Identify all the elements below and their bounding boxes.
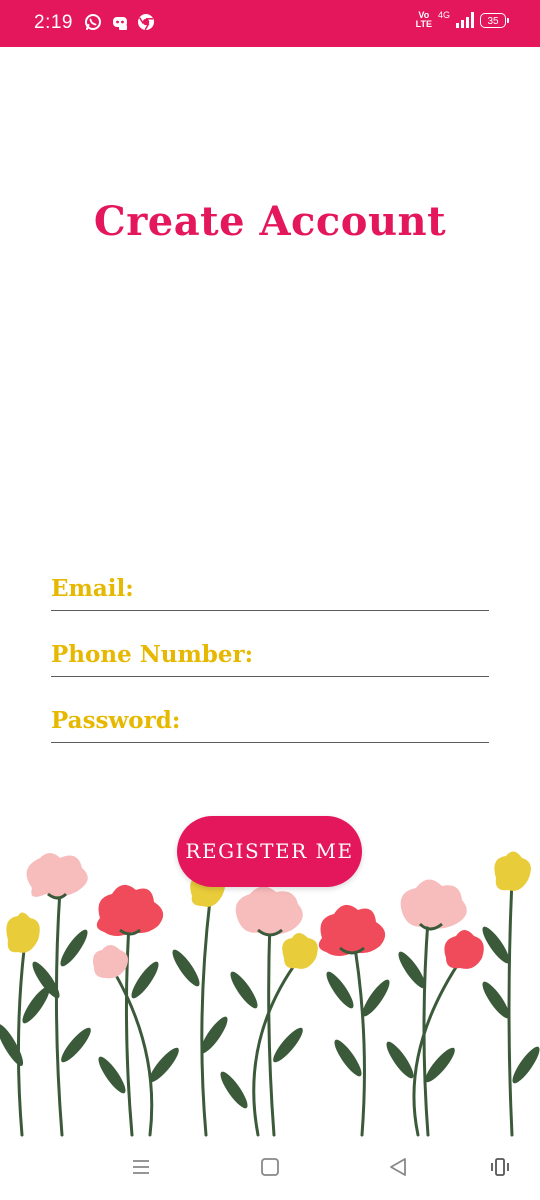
flower-red-2 xyxy=(318,904,386,956)
leaf xyxy=(220,1071,248,1109)
battery-level: 35 xyxy=(487,15,499,27)
stem xyxy=(507,878,514,1137)
status-time: 2:19 xyxy=(34,12,73,33)
whatsapp-icon xyxy=(84,13,102,36)
flower-red-3 xyxy=(444,930,484,969)
status-bar: 2:19 Vo LTE 4G 35 xyxy=(0,0,540,47)
email-label: Email: xyxy=(51,575,134,602)
flower-yellow-4 xyxy=(494,851,531,891)
leaf xyxy=(362,979,390,1017)
leaf xyxy=(61,1027,91,1063)
leaf xyxy=(22,986,50,1024)
flower-yellow-3 xyxy=(282,933,318,969)
leaf xyxy=(98,1056,126,1094)
volte-indicator: Vo LTE xyxy=(415,10,432,29)
leaf xyxy=(386,1041,414,1079)
stem xyxy=(124,908,134,1137)
flower-red-1 xyxy=(96,884,164,936)
battery-icon: 35 xyxy=(480,12,509,28)
back-triangle-icon[interactable] xyxy=(387,1156,409,1182)
signal-icon xyxy=(456,12,474,28)
leaf xyxy=(512,1046,540,1084)
network-type: 4G xyxy=(437,10,450,20)
flower-pink-1 xyxy=(26,853,88,900)
stem xyxy=(350,928,366,1137)
phone-number-label: Phone Number: xyxy=(51,641,254,668)
chrome-icon xyxy=(137,13,155,36)
leaf xyxy=(425,1047,455,1083)
flower-pink-4 xyxy=(400,879,467,931)
register-button[interactable]: REGISTER ME xyxy=(177,816,362,887)
phone-number-field[interactable]: Phone Number: xyxy=(51,637,489,677)
leaf xyxy=(273,1027,303,1063)
stem xyxy=(200,898,212,1137)
leaf xyxy=(172,949,200,987)
leaf xyxy=(60,929,88,967)
flower-pink-3 xyxy=(235,886,303,937)
vibrate-icon[interactable] xyxy=(488,1156,512,1182)
leaf xyxy=(131,961,159,999)
navigation-bar xyxy=(0,1140,540,1200)
stem xyxy=(16,948,26,1137)
home-square-icon[interactable] xyxy=(259,1156,281,1182)
leaf xyxy=(334,1039,362,1077)
leaf xyxy=(0,1024,24,1066)
email-field[interactable]: Email: xyxy=(51,571,489,611)
stem xyxy=(54,888,64,1137)
page-title: Create Account xyxy=(93,198,447,245)
password-label: Password: xyxy=(51,707,181,734)
flower-yellow-1 xyxy=(6,912,40,953)
leaf xyxy=(149,1047,179,1083)
leaf xyxy=(230,971,258,1009)
flower-pink-2 xyxy=(93,945,128,979)
status-right-group: Vo LTE 4G 35 xyxy=(415,10,509,29)
password-field[interactable]: Password: xyxy=(51,703,489,743)
stem xyxy=(267,918,276,1137)
menu-icon[interactable] xyxy=(130,1156,152,1182)
leaf xyxy=(326,971,354,1009)
discord-icon xyxy=(111,13,129,36)
